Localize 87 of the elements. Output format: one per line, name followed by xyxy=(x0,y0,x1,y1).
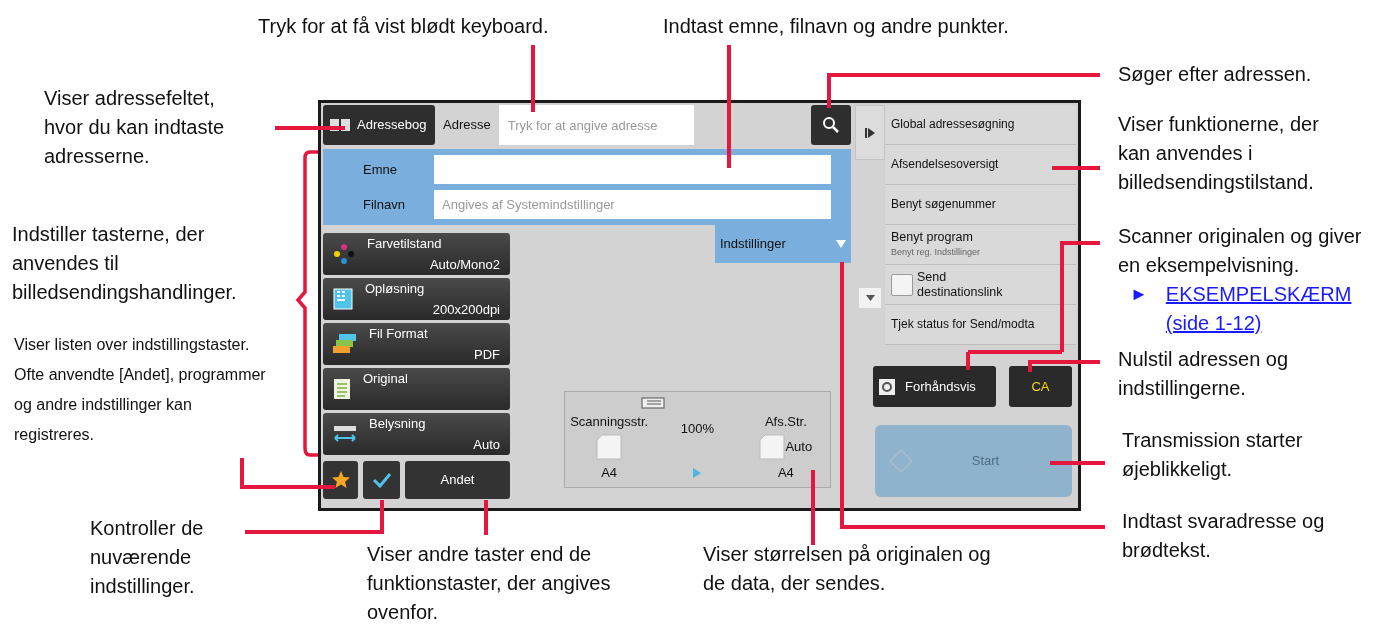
key-value: Auto xyxy=(473,435,500,454)
callout-text: Tryk for at få vist blødt keyboard. xyxy=(258,14,550,39)
send-size-value: A4 xyxy=(777,464,794,482)
checkbox[interactable] xyxy=(891,273,913,296)
ratio-text: 100% xyxy=(680,420,715,438)
play-icon xyxy=(865,127,875,138)
callout-text: Viser andre taster end de funktionstaster, der angives ovenfor. xyxy=(367,542,612,625)
menu-label: Afsendelsesoversigt xyxy=(891,157,1000,172)
menu-label: Benyt program xyxy=(891,229,974,245)
callout-text: Indtast emne, filnavn og andre punkter. xyxy=(663,14,1010,39)
function-key[interactable]: Belysning Auto xyxy=(323,413,510,455)
callout-text: Indtast svaradresse og brødtekst. xyxy=(1122,509,1326,563)
scan-size-value: A4 xyxy=(601,464,618,482)
key-value: PDF xyxy=(474,345,500,364)
menu-label: Global adressesøgning xyxy=(891,117,1016,132)
key-label: Fil Format xyxy=(369,325,429,343)
filename-field[interactable]: Angives af Systemindstillinger xyxy=(434,190,831,219)
function-key[interactable]: Farvetilstand Auto/Mono2 xyxy=(323,233,510,275)
diamond-icon xyxy=(889,449,913,473)
scanner-icon xyxy=(640,396,665,409)
collapse-tab[interactable] xyxy=(855,105,885,160)
callout-text: Kontroller de nuværende indstillinger. xyxy=(90,516,205,599)
side-menu-item[interactable]: Benyt søgenummer xyxy=(885,185,1076,225)
file-format-icon xyxy=(333,333,357,355)
side-menu-item[interactable]: Tjek status for Send/modta xyxy=(885,305,1076,345)
paper-icon xyxy=(759,434,786,460)
scan-size-label: Scanningsstr. xyxy=(570,412,649,431)
address-book-button[interactable]: Adressebog xyxy=(323,105,435,145)
book-icon xyxy=(329,118,351,132)
address-label: Adresse xyxy=(442,116,492,135)
callout-text: Viser funktionerne, der kan anvendes i billedsendingstilstand. xyxy=(1118,112,1320,195)
clear-all-button[interactable]: CA xyxy=(1009,366,1072,407)
star-icon xyxy=(330,470,351,490)
leader-line xyxy=(275,126,345,130)
key-label: Original xyxy=(363,370,409,388)
side-menu-item[interactable]: Send destinationslink xyxy=(885,265,1076,305)
address-field[interactable]: Tryk for at angive adresse xyxy=(498,105,694,145)
link-arrow: ► xyxy=(1130,283,1148,306)
other-button[interactable]: Andet xyxy=(405,461,510,499)
favorites-button[interactable] xyxy=(323,461,358,499)
callout-text: Nulstil adressen og indstillingerne. xyxy=(1118,347,1290,401)
settings-tab[interactable]: Indstillinger xyxy=(715,225,851,263)
callout-text: Viser adressefeltet, hvor du kan indtaste adresserne. xyxy=(44,86,226,169)
function-key[interactable]: Fil Format PDF xyxy=(323,323,510,365)
search-button[interactable] xyxy=(811,105,851,145)
color-dots-icon xyxy=(333,243,355,265)
side-menu-item[interactable]: Afsendelsesoversigt xyxy=(885,145,1076,185)
callout-text: Transmission starter øjeblikkeligt. xyxy=(1122,428,1304,482)
search-icon xyxy=(822,116,840,134)
triangle-down-icon xyxy=(865,295,875,301)
leader-line xyxy=(1052,166,1100,170)
triangle-down-icon xyxy=(836,240,846,248)
key-label: Farvetilstand xyxy=(367,235,443,253)
check-icon xyxy=(371,472,392,488)
callout-text: Viser listen over indstillingstaster. Ofte anvendte [Andet], programmer og andre indstillinger kan registreres. xyxy=(14,335,267,445)
callout-text: Søger efter adressen. xyxy=(1118,62,1313,87)
key-label: Opløsning xyxy=(365,280,426,298)
function-key[interactable]: Opløsning 200x200dpi xyxy=(323,278,510,320)
send-mode-text: Auto xyxy=(785,438,813,457)
key-value: Auto/Mono2 xyxy=(429,255,500,274)
arrow-right-icon xyxy=(693,467,702,478)
check-settings-button[interactable] xyxy=(363,461,400,499)
preview-button[interactable]: Forhåndsvis xyxy=(873,366,996,407)
key-label: Belysning xyxy=(369,415,427,433)
callout-text: Indstiller tasterne, der anvendes til billedsendingshandlinger. xyxy=(12,222,238,305)
exposure-icon xyxy=(333,424,357,444)
subject-field[interactable] xyxy=(434,155,831,184)
paper-icon xyxy=(596,434,623,460)
side-menu-item[interactable]: Benyt program Benyt reg. Indstillinger xyxy=(885,225,1076,265)
filename-label: Filnavn xyxy=(363,195,406,214)
subject-label: Emne xyxy=(363,160,398,179)
resolution-icon xyxy=(333,288,353,310)
leader-line xyxy=(484,500,488,535)
menu-label: Tjek status for Send/modta xyxy=(891,317,1036,332)
send-size-label: Afs.Str. xyxy=(764,412,807,431)
menu-sublabel: Benyt reg. Indstillinger xyxy=(891,245,981,259)
scroll-down-button[interactable] xyxy=(859,288,881,308)
callout-text: Viser størrelsen på originalen og de data, der sendes. xyxy=(703,542,992,596)
menu-label: Send destinationslink xyxy=(917,269,1004,300)
menu-label: Benyt søgenummer xyxy=(891,197,997,212)
document-icon xyxy=(333,378,351,400)
page-link[interactable]: EKSEMPELSKÆRM (side 1-12) xyxy=(1165,280,1380,338)
side-menu-item[interactable]: Global adressesøgning xyxy=(885,105,1076,145)
leader-line xyxy=(531,45,535,112)
key-value: 200x200dpi xyxy=(432,300,500,319)
function-key[interactable]: Original xyxy=(323,368,510,410)
callout-text: Scanner originalen og giver en eksempelvisning. xyxy=(1118,224,1363,278)
